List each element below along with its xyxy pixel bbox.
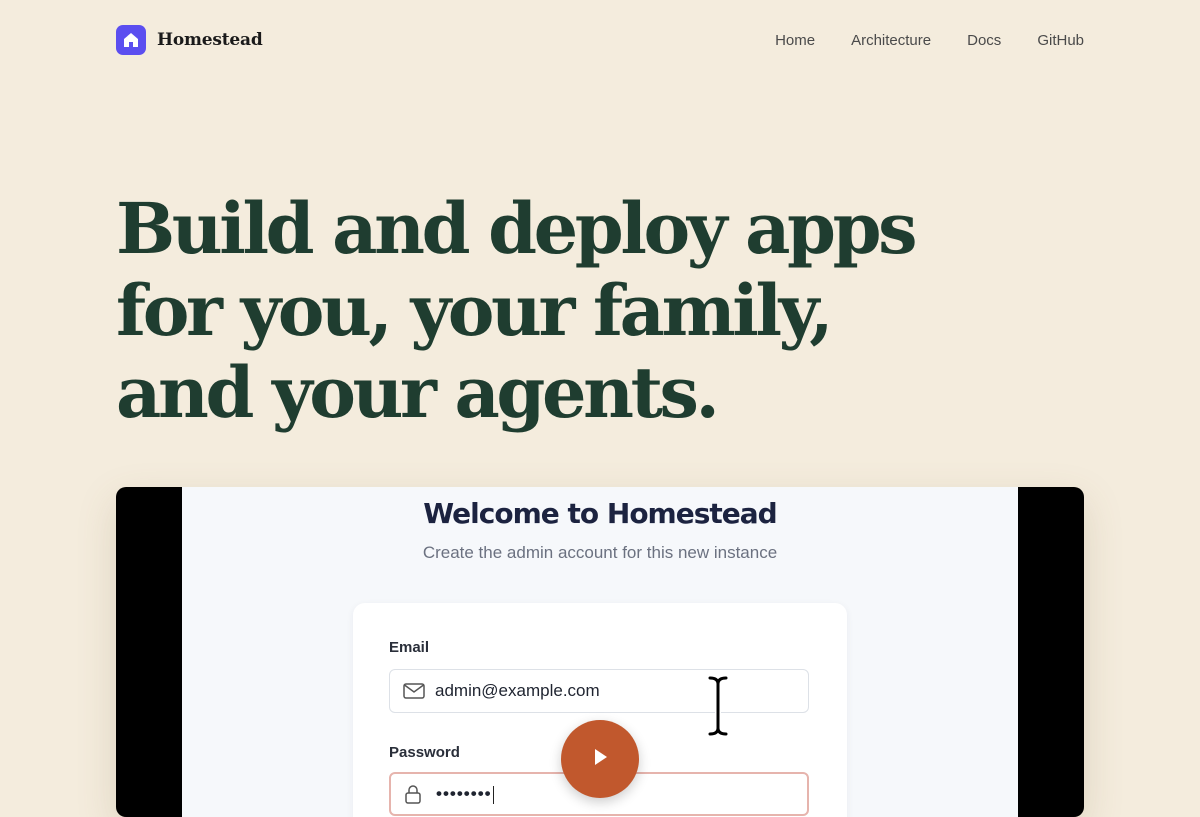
brand-name: Homestead	[157, 30, 263, 50]
password-label: Password	[389, 744, 460, 761]
email-label: Email	[389, 639, 430, 656]
email-field: admin@example.com	[389, 669, 809, 713]
mail-icon	[403, 682, 425, 700]
play-button[interactable]	[561, 720, 639, 798]
hero-line-3: and your agents.	[116, 351, 720, 434]
welcome-title: Welcome to Homestead	[423, 497, 777, 530]
hero-line-2: for you, your family,	[116, 269, 834, 352]
text-cursor-icon	[706, 675, 730, 742]
nav-links: Home Architecture Docs GitHub	[775, 32, 1084, 49]
nav-link-home[interactable]: Home	[775, 32, 815, 49]
house-icon	[116, 25, 146, 55]
welcome-subtitle: Create the admin account for this new in…	[422, 543, 778, 562]
demo-video[interactable]: Welcome to Homestead Create the admin ac…	[116, 487, 1084, 817]
password-value: ••••••••	[436, 784, 495, 804]
nav-link-github[interactable]: GitHub	[1037, 32, 1084, 49]
email-value: admin@example.com	[435, 681, 600, 700]
nav-link-architecture[interactable]: Architecture	[851, 32, 931, 49]
lock-icon	[404, 785, 426, 804]
nav-link-docs[interactable]: Docs	[967, 32, 1001, 49]
hero-line-1: Build and deploy apps	[116, 187, 918, 270]
brand-link[interactable]: Homestead	[116, 25, 263, 55]
hero-heading: Build and deploy apps for you, your fami…	[116, 188, 1016, 434]
top-nav: Homestead Home Architecture Docs GitHub	[116, 25, 1084, 57]
play-icon	[592, 748, 608, 771]
